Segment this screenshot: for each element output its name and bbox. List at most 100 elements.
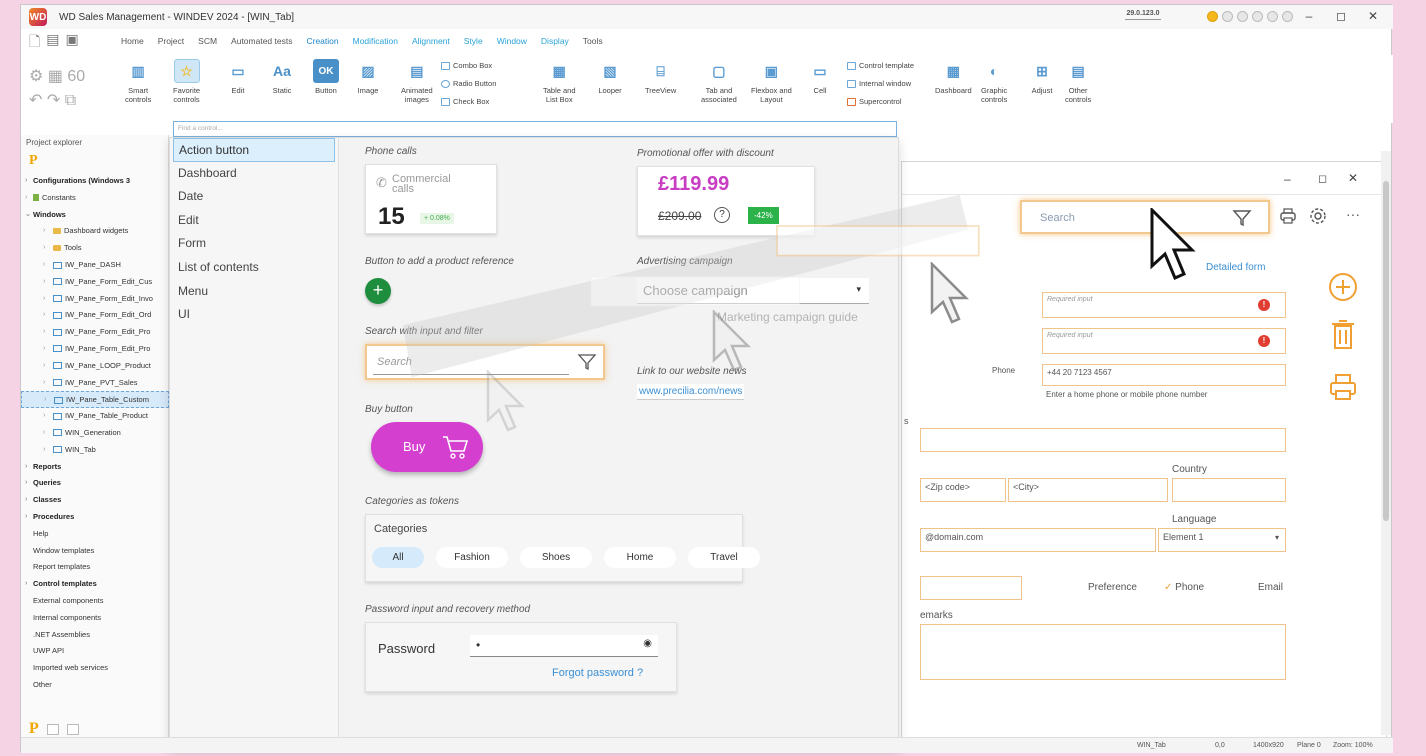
print-orange-icon[interactable]	[1328, 372, 1358, 402]
tool-icon[interactable]	[66, 723, 79, 735]
chevron-right-icon[interactable]: ›	[43, 408, 45, 425]
theme-icon[interactable]	[1222, 11, 1233, 22]
save-icon[interactable]: ▣	[66, 31, 79, 55]
maximize-button[interactable]: ◻	[1329, 9, 1353, 23]
chevron-right-icon[interactable]: ›	[25, 475, 27, 492]
scrollbar-thumb[interactable]	[1383, 181, 1389, 521]
campaign-guide-link[interactable]: Marketing campaign guide	[717, 310, 858, 324]
chevron-right-icon[interactable]: ›	[43, 358, 45, 375]
category-edit[interactable]: Edit	[173, 209, 335, 233]
search-with-filter[interactable]: Search	[1020, 200, 1270, 234]
tree-item[interactable]: Internal components	[21, 610, 169, 627]
phone-calls-card[interactable]: ✆ Commercial calls 15 + 0.08%	[365, 164, 497, 234]
find-control-input[interactable]: Find a control...	[173, 121, 897, 137]
ribbon-static-button[interactable]: Aa Static	[269, 59, 295, 96]
ribbon-animated-button[interactable]: ▤ Animated images	[401, 59, 433, 105]
tree-item[interactable]: › Dashboard widgets	[21, 223, 169, 240]
ribbon-edit-button[interactable]: ▭ Edit	[225, 59, 251, 96]
phone-input[interactable]: +44 20 7123 4567	[1042, 364, 1286, 386]
tree-item[interactable]: › IW_Pane_LOOP_Product	[21, 358, 169, 375]
token-shoes[interactable]: Shoes	[520, 547, 592, 568]
menu-scm[interactable]: SCM	[198, 36, 217, 46]
address-input[interactable]	[920, 428, 1286, 452]
required-input-1[interactable]: Required input	[1042, 292, 1286, 318]
chevron-right-icon[interactable]: ›	[43, 425, 45, 442]
supercontrol-item[interactable]: Supercontrol	[847, 97, 902, 106]
ribbon-looper-button[interactable]: ▧ Looper	[597, 59, 623, 96]
chevron-right-icon[interactable]: ›	[25, 492, 27, 509]
tree-item[interactable]: › Classes	[21, 492, 169, 509]
tree-item[interactable]: Window templates	[21, 543, 169, 560]
chevron-right-icon[interactable]: ›	[43, 375, 45, 392]
password-input[interactable]: • ◉	[470, 635, 658, 657]
country-input[interactable]	[1172, 478, 1286, 502]
new-file-icon[interactable]: 🗋	[29, 31, 40, 55]
tree-item[interactable]: › Constants	[21, 190, 169, 207]
campaign-select[interactable]: Choose campaign ▾	[637, 278, 869, 304]
menu-home[interactable]: Home	[121, 36, 144, 46]
category-action-button[interactable]: Action button	[173, 138, 335, 162]
ribbon-button-button[interactable]: OK Button	[313, 59, 339, 95]
tree-item[interactable]: › IW_Pane_Form_Edit_Pro	[21, 341, 169, 358]
tree-item[interactable]: › IW_Pane_Table_Product	[21, 408, 169, 425]
chevron-right-icon[interactable]: ›	[25, 190, 27, 207]
ribbon-smart-button[interactable]: ▥ Smart controls	[125, 59, 151, 105]
ribbon-image-button[interactable]: ▨ Image	[355, 59, 381, 96]
tree-item[interactable]: Report templates	[21, 559, 169, 576]
open-icon[interactable]: ▤	[46, 31, 59, 55]
tree-item[interactable]: › IW_Pane_Form_Edit_Cus	[21, 274, 169, 291]
category-list-of-contents[interactable]: List of contents	[173, 256, 335, 280]
more-icon[interactable]: ···	[1346, 206, 1360, 222]
chevron-right-icon[interactable]: ›	[44, 392, 46, 407]
menu-alignment[interactable]: Alignment	[412, 36, 450, 46]
tree-item[interactable]: Help	[21, 526, 169, 543]
chevron-right-icon[interactable]: ›	[43, 324, 45, 341]
internal-window-item[interactable]: Internal window	[847, 79, 911, 88]
ribbon-flexbox-and-button[interactable]: ▣ Flexbox and Layout	[751, 59, 792, 105]
ribbon-treeview-button[interactable]: ⌸ TreeView	[645, 59, 676, 96]
email-input[interactable]: @domain.com	[920, 528, 1156, 552]
settings-dot-icon[interactable]	[1267, 11, 1278, 22]
chevron-right-icon[interactable]: ›	[43, 341, 45, 358]
small-input[interactable]	[920, 576, 1022, 600]
chevron-right-icon[interactable]: ›	[43, 442, 45, 459]
help-dot-icon[interactable]	[1282, 11, 1293, 22]
category-dashboard[interactable]: Dashboard	[173, 162, 335, 186]
tree-item[interactable]: › IW_Pane_DASH	[21, 257, 169, 274]
token-fashion[interactable]: Fashion	[436, 547, 508, 568]
combo-box-item[interactable]: Combo Box	[441, 61, 492, 70]
minimize-button[interactable]: –	[1297, 9, 1321, 23]
chevron-right-icon[interactable]: ›	[43, 257, 45, 274]
chevron-right-icon[interactable]: ›	[43, 291, 45, 308]
chevron-right-icon[interactable]: ›	[25, 459, 27, 476]
search-filter-sample[interactable]: Search	[365, 344, 605, 380]
tree-item[interactable]: .NET Assemblies	[21, 627, 169, 644]
tree-item[interactable]: › WIN_Tab	[21, 442, 169, 459]
category-form[interactable]: Form	[173, 232, 335, 256]
check-box-item[interactable]: Check Box	[441, 97, 489, 106]
tree-item[interactable]: UWP API	[21, 643, 169, 660]
tree-item[interactable]: › Queries	[21, 475, 169, 492]
zip-input[interactable]: <Zip code>	[920, 478, 1006, 502]
chevron-right-icon[interactable]: ›	[43, 223, 45, 240]
tree-item[interactable]: ⌄ Windows	[21, 207, 169, 224]
form-close-button[interactable]: ✕	[1348, 171, 1358, 185]
eye-icon[interactable]: ◉	[643, 638, 652, 649]
tree-item[interactable]: › Reports	[21, 459, 169, 476]
form-minimize-button[interactable]: –	[1284, 172, 1291, 186]
menu-display[interactable]: Display	[541, 36, 569, 46]
tree-item[interactable]: › IW_Pane_Form_Edit_Ord	[21, 307, 169, 324]
tree-item[interactable]: Other	[21, 677, 169, 694]
menu-tools[interactable]: Tools	[583, 36, 603, 46]
form-maximize-button[interactable]: ◻	[1318, 172, 1327, 185]
preference-phone-option[interactable]: ✓ Phone	[1164, 582, 1204, 593]
buy-button[interactable]: Buy	[371, 422, 483, 472]
ribbon-dashboard-button[interactable]: ▦ Dashboard	[935, 59, 972, 96]
tree-item[interactable]: › Control templates	[21, 576, 169, 593]
filter-icon[interactable]	[1232, 208, 1252, 228]
close-button[interactable]: ✕	[1361, 9, 1385, 23]
ribbon-graphic-button[interactable]: ◐ Graphic controls	[981, 59, 1007, 105]
add-icon[interactable]	[1328, 272, 1358, 302]
filter-icon[interactable]	[577, 352, 597, 372]
tree-item[interactable]: › Procedures	[21, 509, 169, 526]
